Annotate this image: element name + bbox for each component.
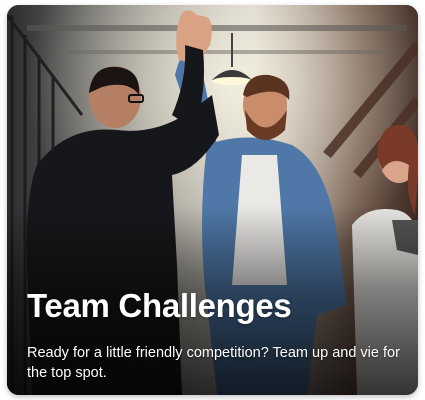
card-description: Ready for a little friendly competition?… xyxy=(27,345,400,381)
team-challenges-card[interactable]: Team Challenges Ready for a little frien… xyxy=(7,5,418,395)
card-title: Team Challenges xyxy=(27,287,292,324)
